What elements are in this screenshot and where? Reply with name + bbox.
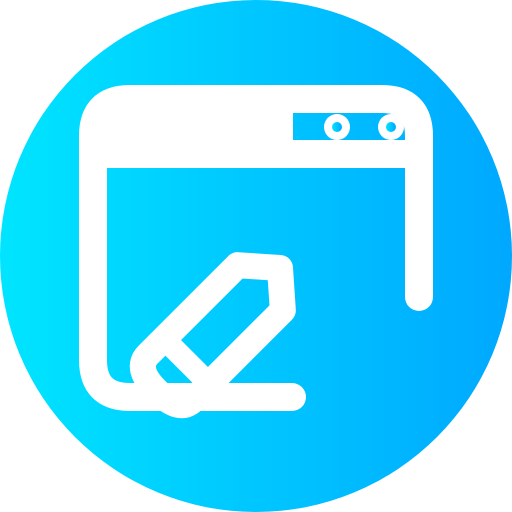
icon-graphic: [0, 0, 512, 512]
window-dot-1-hole: [332, 122, 342, 132]
title-bar-stripe: [107, 113, 293, 140]
web-edit-icon: [0, 0, 512, 512]
window-dot-2-hole: [386, 122, 396, 132]
